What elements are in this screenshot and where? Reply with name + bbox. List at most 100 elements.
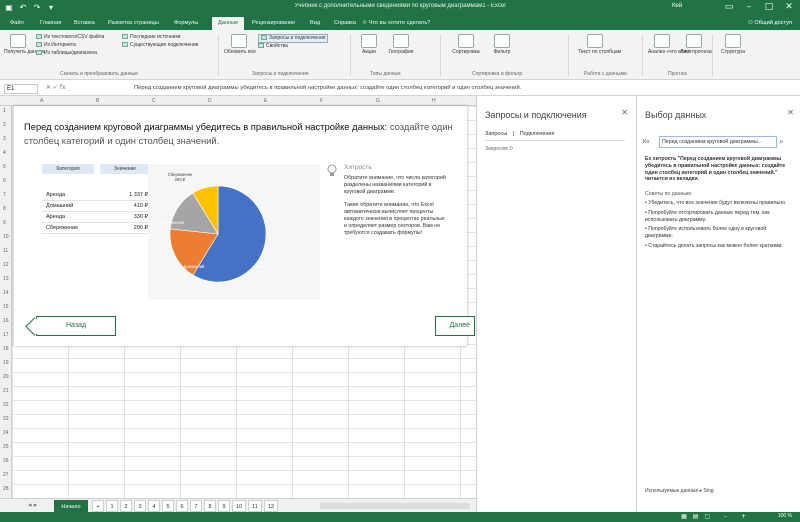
row-header[interactable]: 2 (3, 122, 6, 128)
row-header[interactable]: 9 (3, 220, 6, 226)
tab-home[interactable]: Главная (40, 17, 61, 30)
existing-connections-button[interactable]: Существующие подключения (122, 42, 198, 49)
ribbon-display-icon[interactable]: ▭ (724, 1, 734, 14)
back-button[interactable]: Назад (36, 316, 116, 336)
tab-insert[interactable]: Вставка (74, 17, 95, 30)
what-if-button[interactable]: Анализ «что если» (648, 34, 692, 55)
row-header[interactable]: 8 (3, 206, 6, 212)
column-header[interactable]: B (96, 98, 99, 104)
sort-button[interactable]: Сортировка (448, 34, 484, 55)
row-header[interactable]: 27 (3, 472, 9, 478)
outline-button[interactable]: Структура (718, 34, 748, 55)
sheet-tab[interactable]: 10 (232, 500, 246, 512)
tab-data[interactable]: Данные (212, 17, 245, 30)
tab-view[interactable]: Вид (310, 17, 320, 30)
tab-file[interactable]: Файл (10, 17, 24, 30)
recent-sources-button[interactable]: Последние источники (122, 34, 180, 41)
row-header[interactable]: 21 (3, 388, 9, 394)
column-header[interactable]: A (40, 98, 43, 104)
customize-qat-icon[interactable]: ▾ (46, 2, 56, 13)
sheet-tab[interactable]: 6 (176, 500, 188, 512)
row-header[interactable]: 15 (3, 304, 9, 310)
row-header[interactable]: 13 (3, 276, 9, 282)
sheet-tab-start[interactable]: Начало (54, 500, 88, 512)
row-header[interactable]: 16 (3, 318, 9, 324)
sheet-tab[interactable]: 9 (218, 500, 230, 512)
user-name[interactable]: Кей (672, 3, 682, 9)
column-header[interactable]: H (432, 98, 436, 104)
share-button[interactable]: ⚇ Общий доступ (748, 17, 792, 30)
stocks-button[interactable]: Акции (358, 34, 380, 55)
row-header[interactable]: 24 (3, 430, 9, 436)
column-header[interactable]: E (264, 98, 267, 104)
horizontal-scrollbar[interactable] (320, 503, 470, 509)
row-header[interactable]: 12 (3, 262, 9, 268)
column-header[interactable]: F (320, 98, 323, 104)
sheet-tab[interactable]: 5 (162, 500, 174, 512)
tab-page-layout[interactable]: Разметка страницы (108, 17, 159, 30)
row-header[interactable]: 3 (3, 136, 6, 142)
row-header[interactable]: 4 (3, 150, 6, 156)
row-header[interactable]: 23 (3, 416, 9, 422)
sheet-tab-add[interactable]: + (92, 500, 104, 512)
undo-icon[interactable]: ↶ (18, 2, 28, 13)
queries-connections-button[interactable]: Запросы и подключения (258, 34, 329, 43)
tab-formulas[interactable]: Формулы (174, 17, 198, 30)
sheet-tab[interactable]: 2 (120, 500, 132, 512)
view-mode-icons[interactable]: ▦▤▢ – + (681, 513, 752, 520)
formula-input[interactable]: Перед созданием круговой диаграммы убеди… (134, 85, 794, 91)
filter-button[interactable]: Фильтр (490, 34, 514, 55)
maximize-icon[interactable]: □ (764, 1, 774, 14)
forecast-sheet-button[interactable]: Лист прогноза (680, 34, 713, 55)
row-header[interactable]: 6 (3, 178, 6, 184)
zoom-level[interactable]: 100 % (778, 513, 792, 519)
search-input[interactable] (659, 136, 777, 148)
row-header[interactable]: 25 (3, 444, 9, 450)
save-icon[interactable]: ▣ (4, 2, 14, 13)
column-header[interactable]: C (152, 98, 156, 104)
row-header[interactable]: 22 (3, 402, 9, 408)
row-header[interactable]: 26 (3, 458, 9, 464)
row-header[interactable]: 1 (3, 108, 6, 114)
tab-review[interactable]: Рецензирование (252, 17, 295, 30)
row-header[interactable]: 10 (3, 234, 9, 240)
from-table-button[interactable]: Из таблицы/диапазона (36, 50, 97, 57)
row-header[interactable]: 18 (3, 346, 9, 352)
sheet-scroll-icon[interactable]: ◂ ▸ (28, 501, 37, 509)
tab-connections[interactable]: Подключения (520, 131, 555, 137)
sheet-tab[interactable]: 1 (106, 500, 118, 512)
row-header[interactable]: 7 (3, 192, 6, 198)
tab-help[interactable]: Справка (334, 17, 356, 30)
next-button[interactable]: Далее (435, 316, 475, 336)
sheet-tab[interactable]: 4 (148, 500, 160, 512)
sheet-tab[interactable]: 8 (204, 500, 216, 512)
get-data-button[interactable]: Получить данные (4, 34, 45, 55)
minimize-icon[interactable]: – (744, 1, 754, 14)
sheet-tab[interactable]: 12 (264, 500, 278, 512)
redo-icon[interactable]: ↷ (32, 2, 42, 13)
column-header[interactable]: G (376, 98, 380, 104)
text-to-columns-button[interactable]: Текст по столбцам (578, 34, 621, 55)
properties-button[interactable]: Свойства (258, 43, 288, 50)
name-box[interactable]: E1 (4, 84, 38, 94)
from-web-button[interactable]: Из Интернета (36, 42, 76, 49)
from-text-button[interactable]: Из текстового/CSV файла (36, 34, 104, 41)
function-icon[interactable]: ✕ ✓ fx (46, 84, 66, 91)
geography-button[interactable]: География (386, 34, 416, 55)
row-header[interactable]: 5 (3, 164, 6, 170)
row-header[interactable]: 28 (3, 486, 9, 492)
row-header[interactable]: 11 (3, 248, 8, 254)
sheet-tab[interactable]: 3 (134, 500, 146, 512)
close-pane-icon[interactable]: ✕ (621, 108, 628, 117)
sheet-tab[interactable]: 7 (190, 500, 202, 512)
tell-me-search[interactable]: ☼ Что вы хотите сделать? (362, 17, 430, 30)
pie-chart[interactable]: Аренда Домашний Сбережение Сбережение 200 ₽ (148, 164, 320, 300)
close-pane-icon[interactable]: ✕ (787, 108, 794, 117)
sheet-tab[interactable]: 11 (248, 500, 262, 512)
row-header[interactable]: 19 (3, 360, 9, 366)
refresh-all-button[interactable]: Обновить все (224, 34, 256, 55)
tab-queries[interactable]: Запросы (485, 131, 507, 137)
row-header[interactable]: 14 (3, 290, 9, 296)
pane-footer-link[interactable]: Используемые данные ▸ Sing (645, 488, 714, 494)
row-header[interactable]: 20 (3, 374, 9, 380)
